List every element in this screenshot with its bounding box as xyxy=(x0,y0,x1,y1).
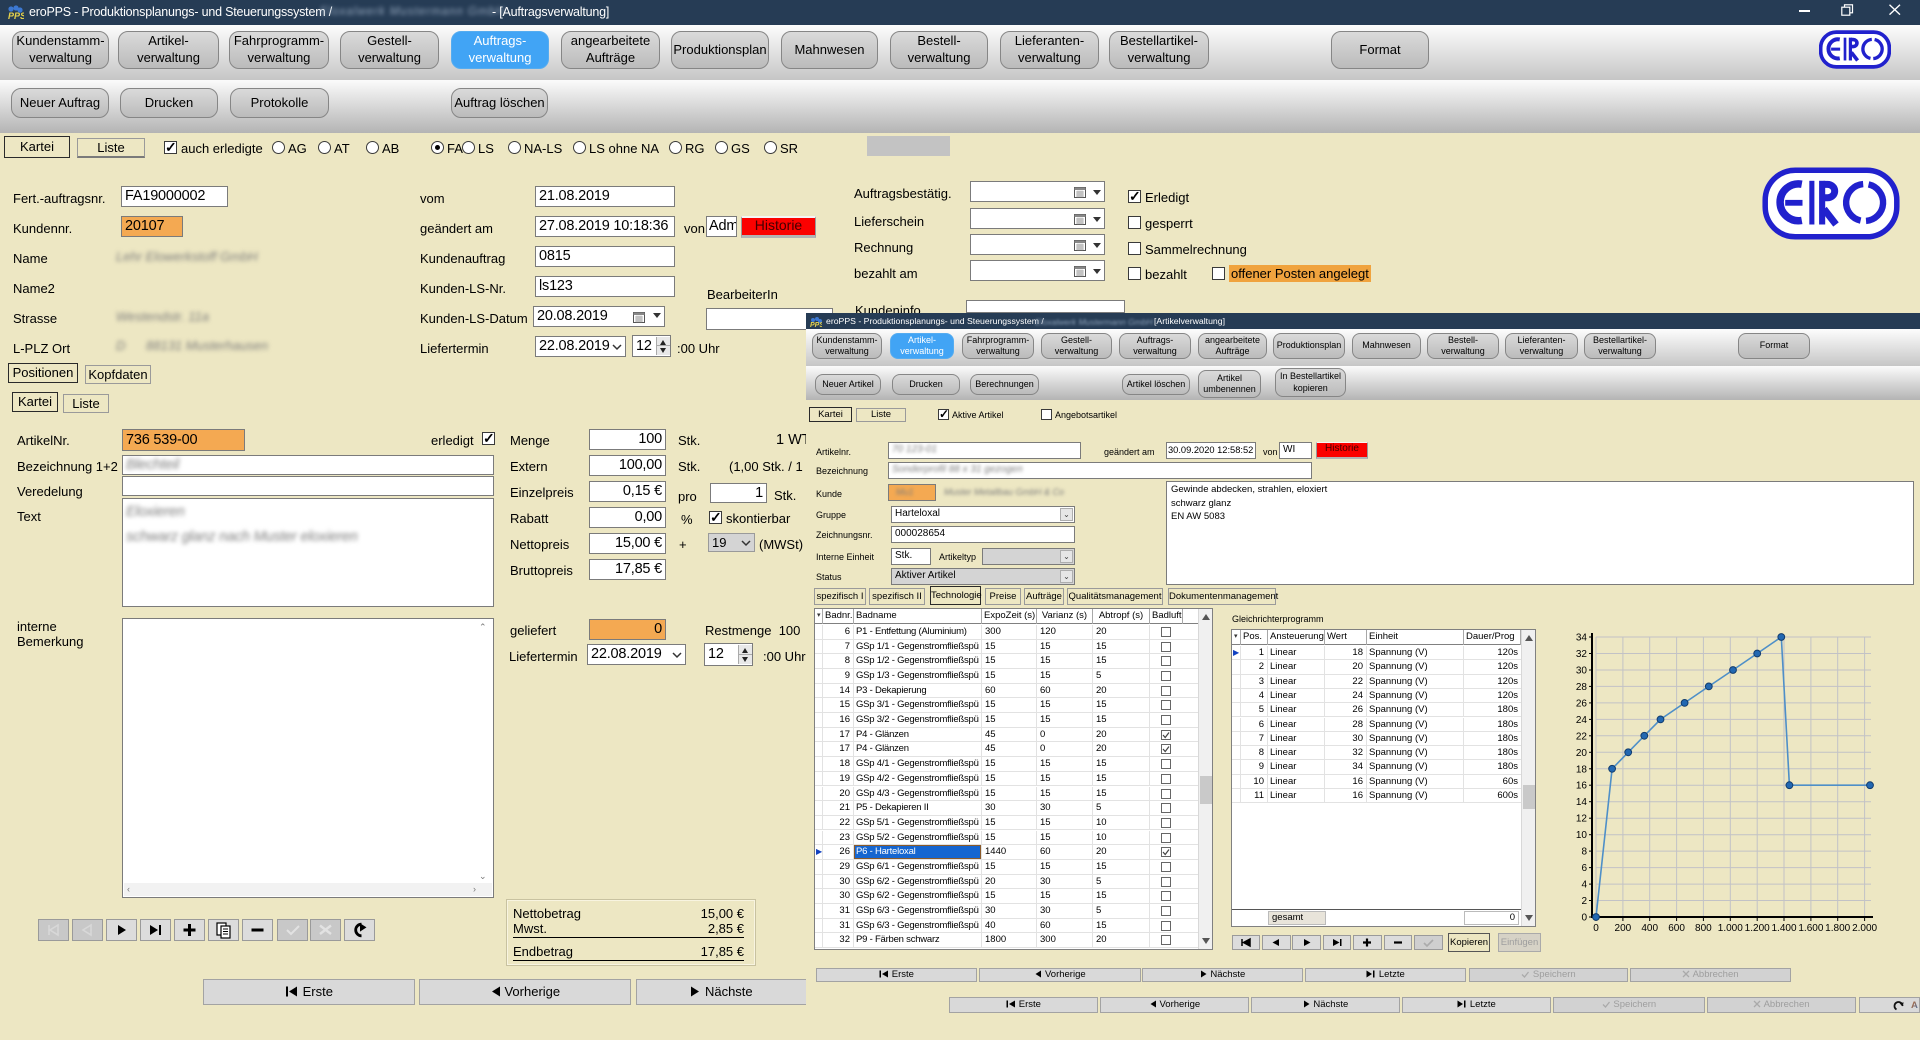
svg-text:12: 12 xyxy=(1576,814,1588,825)
svg-text:1.800: 1.800 xyxy=(1825,923,1850,933)
svg-text:800: 800 xyxy=(1695,923,1712,933)
svg-text:14: 14 xyxy=(1576,797,1588,808)
svg-text:PPS: PPS xyxy=(810,322,822,328)
svg-text:PPS: PPS xyxy=(8,11,24,21)
svg-text:26: 26 xyxy=(1576,698,1588,709)
svg-text:6: 6 xyxy=(1581,863,1587,874)
svg-text:22: 22 xyxy=(1576,731,1588,742)
svg-text:28: 28 xyxy=(1576,682,1588,693)
svg-text:2.000: 2.000 xyxy=(1852,923,1877,933)
svg-text:600: 600 xyxy=(1668,923,1685,933)
svg-text:200: 200 xyxy=(1615,923,1632,933)
svg-text:400: 400 xyxy=(1641,923,1658,933)
svg-text:0: 0 xyxy=(1581,913,1587,924)
svg-text:32: 32 xyxy=(1576,649,1588,660)
svg-text:8: 8 xyxy=(1581,847,1587,858)
svg-text:20: 20 xyxy=(1576,748,1588,759)
svg-text:1.200: 1.200 xyxy=(1745,923,1770,933)
svg-text:34: 34 xyxy=(1576,633,1588,644)
svg-text:1.400: 1.400 xyxy=(1771,923,1796,933)
svg-text:16: 16 xyxy=(1576,781,1588,792)
svg-text:0: 0 xyxy=(1593,923,1599,933)
svg-text:10: 10 xyxy=(1576,830,1588,841)
svg-text:1.000: 1.000 xyxy=(1718,923,1743,933)
svg-text:1.600: 1.600 xyxy=(1798,923,1823,933)
svg-text:18: 18 xyxy=(1576,764,1588,775)
svg-text:2: 2 xyxy=(1581,896,1587,907)
svg-text:4: 4 xyxy=(1581,880,1587,891)
svg-text:30: 30 xyxy=(1576,666,1588,677)
svg-text:24: 24 xyxy=(1576,715,1588,726)
